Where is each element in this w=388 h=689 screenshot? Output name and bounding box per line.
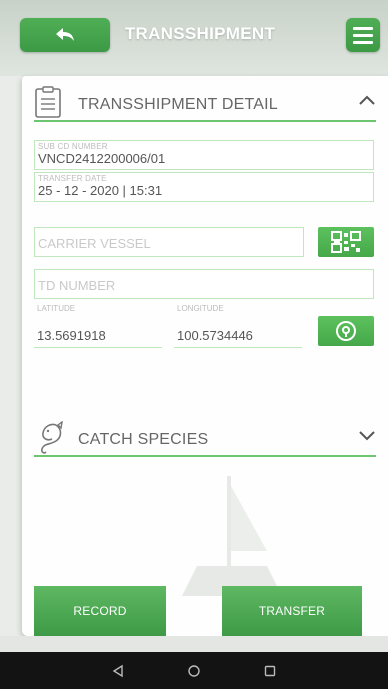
- transfer-date-caption: TRANSFER DATE: [38, 174, 107, 183]
- transshipment-card: TRANSSHIPMENT DETAIL SUB CD NUMBER VNCD2…: [22, 76, 388, 636]
- sub-cd-value: VNCD2412200006/01: [38, 151, 166, 166]
- transfer-button[interactable]: TRANSFER: [222, 586, 362, 636]
- top-app-bar: TRANSSHIPMENT: [0, 0, 388, 76]
- get-location-button[interactable]: [318, 316, 374, 346]
- longitude-field[interactable]: LONGITUDE 100.5734446: [174, 304, 302, 348]
- longitude-value: 100.5734446: [177, 328, 253, 343]
- transfer-date-field[interactable]: TRANSFER DATE 25 - 12 - 2020 | 15:31: [34, 172, 374, 202]
- section-title-detail: TRANSSHIPMENT DETAIL: [78, 96, 278, 113]
- td-number-placeholder: TD NUMBER: [38, 278, 116, 293]
- nav-home-icon[interactable]: [187, 664, 201, 678]
- clipboard-icon: [35, 86, 61, 118]
- section-title-species: CATCH SPECIES: [78, 431, 209, 448]
- watermark-graphic: [182, 476, 282, 596]
- fish-icon: [41, 421, 63, 454]
- latitude-caption: LATITUDE: [37, 304, 76, 313]
- chevron-up-icon: [359, 95, 375, 105]
- scan-qr-button[interactable]: [318, 227, 374, 257]
- transfer-date-value: 25 - 12 - 2020 | 15:31: [38, 183, 163, 198]
- nav-recents-icon[interactable]: [263, 664, 277, 678]
- catch-species-header[interactable]: CATCH SPECIES: [34, 417, 376, 457]
- hamburger-menu-icon: [353, 26, 373, 30]
- bottom-spacer: [0, 636, 388, 652]
- latitude-value: 13.5691918: [37, 328, 106, 343]
- td-number-field[interactable]: TD NUMBER: [34, 269, 374, 299]
- carrier-vessel-field[interactable]: CARRIER VESSEL: [34, 227, 304, 257]
- location-pin-icon: [336, 321, 356, 341]
- latitude-field[interactable]: LATITUDE 13.5691918: [34, 304, 162, 348]
- nav-back-icon[interactable]: [111, 664, 125, 678]
- transshipment-detail-header[interactable]: TRANSSHIPMENT DETAIL: [34, 82, 376, 122]
- menu-button[interactable]: [346, 18, 380, 52]
- page-title: TRANSSHIPMENT: [124, 24, 276, 43]
- sub-cd-caption: SUB CD NUMBER: [38, 142, 108, 151]
- system-nav-bar: [0, 652, 388, 689]
- record-button[interactable]: RECORD: [34, 586, 166, 636]
- qr-code-icon: [331, 231, 361, 253]
- back-button[interactable]: [20, 18, 110, 52]
- chevron-down-icon: [359, 431, 375, 441]
- carrier-vessel-placeholder: CARRIER VESSEL: [38, 236, 151, 251]
- back-arrow-icon: [56, 28, 74, 41]
- sub-cd-number-field[interactable]: SUB CD NUMBER VNCD2412200006/01: [34, 140, 374, 170]
- longitude-caption: LONGITUDE: [177, 304, 224, 313]
